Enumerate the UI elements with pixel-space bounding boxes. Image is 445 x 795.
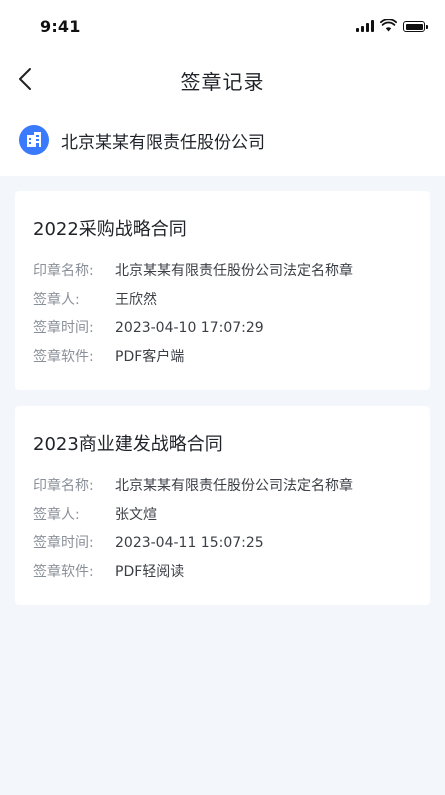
signer-row: 签章人: 张文煊 [33,505,157,525]
wifi-icon [380,19,397,32]
software-value: PDF轻阅读 [115,564,185,580]
header-area: 9:41 签章记录 北京某某有限责任股份公司 [0,0,445,176]
sign-time-row: 签章时间: 2023-04-11 15:07:25 [33,533,264,553]
signer-label: 签章人: [33,292,80,308]
seal-name-label: 印章名称: [33,478,94,494]
record-card[interactable]: 2023商业建发战略合同 印章名称: 北京某某有限责任股份公司法定名称章 签章人… [15,406,430,605]
software-row: 签章软件: PDF客户端 [33,347,184,367]
sign-time-label: 签章时间: [33,535,94,551]
signer-value: 王欣然 [115,292,157,308]
company-name: 北京某某有限责任股份公司 [61,132,265,153]
sign-time-label: 签章时间: [33,320,94,336]
record-title: 2022采购战略合同 [33,219,187,240]
navigation-bar: 签章记录 [0,52,445,108]
software-value: PDF客户端 [115,349,185,365]
seal-name-row: 印章名称: 北京某某有限责任股份公司法定名称章 [33,476,353,496]
sign-time-value: 2023-04-11 15:07:25 [115,535,264,551]
software-label: 签章软件: [33,564,94,580]
sign-time-value: 2023-04-10 17:07:29 [115,320,264,336]
company-header: 北京某某有限责任股份公司 [0,118,445,162]
signer-row: 签章人: 王欣然 [33,290,157,310]
sign-time-row: 签章时间: 2023-04-10 17:07:29 [33,318,264,338]
seal-name-row: 印章名称: 北京某某有限责任股份公司法定名称章 [33,261,353,281]
status-icons [356,18,428,32]
software-label: 签章软件: [33,349,94,365]
signer-value: 张文煊 [115,507,157,523]
building-icon [19,125,49,155]
software-row: 签章软件: PDF轻阅读 [33,562,184,582]
status-time: 9:41 [40,17,81,36]
seal-name-label: 印章名称: [33,263,94,279]
signer-label: 签章人: [33,507,80,523]
battery-icon [403,21,428,32]
seal-name-value: 北京某某有限责任股份公司法定名称章 [115,478,353,494]
seal-name-value: 北京某某有限责任股份公司法定名称章 [115,263,353,279]
cellular-signal-icon [356,20,374,32]
status-bar: 9:41 [0,0,445,52]
record-title: 2023商业建发战略合同 [33,434,223,455]
record-card[interactable]: 2022采购战略合同 印章名称: 北京某某有限责任股份公司法定名称章 签章人: … [15,191,430,390]
page-title: 签章记录 [180,70,265,94]
